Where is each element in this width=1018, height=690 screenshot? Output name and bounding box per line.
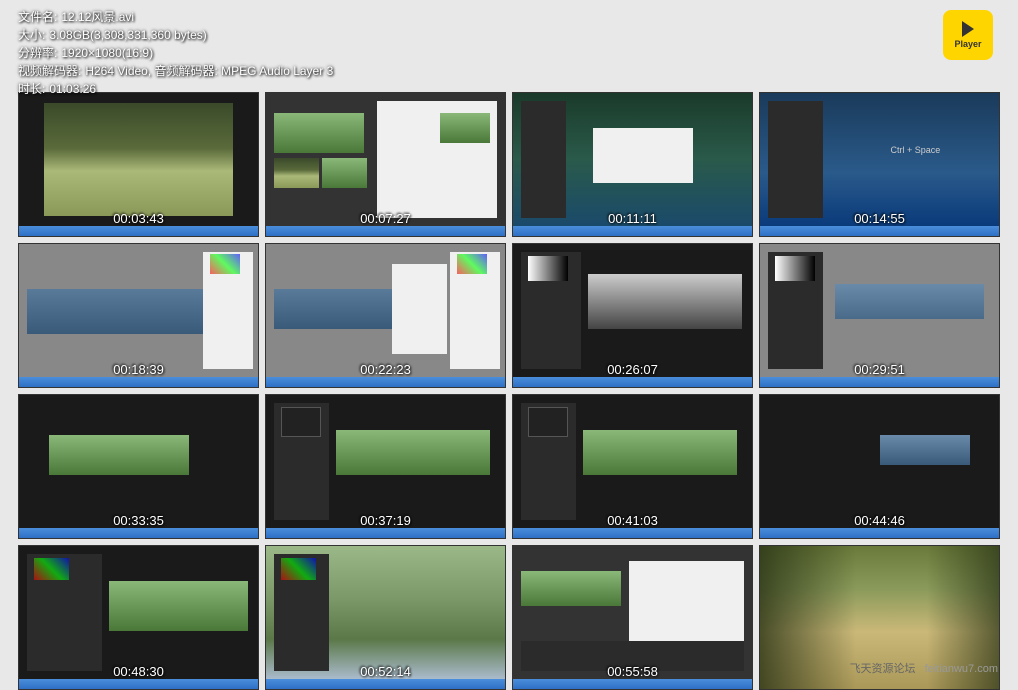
- thumbnail[interactable]: 00:18:39: [18, 243, 259, 388]
- thumbnail[interactable]: 00:55:58: [512, 545, 753, 690]
- timestamp: 00:18:39: [113, 362, 164, 377]
- resolution-label: 分辨率:: [18, 44, 57, 62]
- duration-label: 时长:: [18, 80, 45, 98]
- size-label: 大小:: [18, 26, 45, 44]
- watermark-title: 飞天资源论坛: [850, 663, 916, 675]
- timestamp: 00:26:07: [607, 362, 658, 377]
- size-value: 3.08GB(3,308,331,360 bytes): [49, 26, 206, 44]
- thumbnail-grid: 00:03:43 00:07:27 00:11:11 Ctrl + Space: [18, 92, 1000, 690]
- player-badge[interactable]: Player: [943, 10, 993, 60]
- codec-value: H264 Video, 音频解码器: MPEG Audio Layer 3: [85, 62, 333, 80]
- timestamp: 00:29:51: [854, 362, 905, 377]
- file-info-panel: 文件名: 12.12风景.avi 大小: 3.08GB(3,308,331,36…: [18, 8, 333, 98]
- timestamp: 00:14:55: [854, 211, 905, 226]
- player-label: Player: [954, 39, 981, 49]
- thumbnail[interactable]: Ctrl + Space 00:14:55: [759, 92, 1000, 237]
- codec-label: 视频解码器:: [18, 62, 81, 80]
- thumbnail[interactable]: 00:48:30: [18, 545, 259, 690]
- timestamp: 00:03:43: [113, 211, 164, 226]
- thumbnail[interactable]: 00:37:19: [265, 394, 506, 539]
- timestamp: 00:37:19: [360, 513, 411, 528]
- thumbnail[interactable]: 00:33:35: [18, 394, 259, 539]
- play-icon: [962, 21, 974, 37]
- timestamp: 00:22:23: [360, 362, 411, 377]
- watermark: 飞天资源论坛 feitianwu7.com: [850, 660, 998, 676]
- timestamp: 00:48:30: [113, 664, 164, 679]
- thumbnail[interactable]: 00:41:03: [512, 394, 753, 539]
- filename-value: 12.12风景.avi: [61, 8, 134, 26]
- thumbnail[interactable]: 00:52:14: [265, 545, 506, 690]
- timestamp: 00:52:14: [360, 664, 411, 679]
- timestamp: 00:07:27: [360, 211, 411, 226]
- timestamp: 00:33:35: [113, 513, 164, 528]
- filename-label: 文件名:: [18, 8, 57, 26]
- thumbnail[interactable]: 00:44:46: [759, 394, 1000, 539]
- thumbnail[interactable]: 00:07:27: [265, 92, 506, 237]
- timestamp: 00:55:58: [607, 664, 658, 679]
- timestamp: 00:41:03: [607, 513, 658, 528]
- timestamp: 00:44:46: [854, 513, 905, 528]
- duration-value: 01:03:26: [49, 80, 96, 98]
- thumbnail[interactable]: 00:22:23: [265, 243, 506, 388]
- thumbnail[interactable]: 00:11:11: [512, 92, 753, 237]
- thumbnail[interactable]: 00:03:43: [18, 92, 259, 237]
- resolution-value: 1920×1080(16:9): [61, 44, 153, 62]
- thumbnail[interactable]: 00:26:07: [512, 243, 753, 388]
- timestamp: 00:11:11: [608, 211, 657, 226]
- watermark-url: feitianwu7.com: [925, 663, 998, 675]
- keyboard-hint: Ctrl + Space: [890, 145, 940, 155]
- thumbnail[interactable]: 00:29:51: [759, 243, 1000, 388]
